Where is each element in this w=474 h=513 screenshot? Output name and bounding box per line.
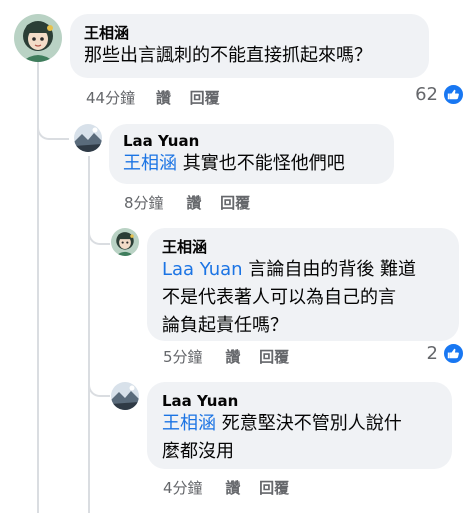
comment-author[interactable]: Laa Yuan: [123, 132, 199, 150]
mention-link[interactable]: 王相涵: [162, 413, 216, 434]
thread-connector: [88, 377, 110, 397]
reply-button[interactable]: 回覆: [259, 348, 289, 366]
comment-meta: 8分鐘 讚 回覆: [124, 192, 250, 213]
reply-button[interactable]: 回覆: [190, 89, 220, 107]
mention-link[interactable]: Laa Yuan: [162, 259, 243, 280]
mention-link[interactable]: 王相涵: [123, 153, 177, 174]
comment-author[interactable]: 王相涵: [84, 22, 129, 43]
comment-body-line: 麼都沒用: [162, 441, 234, 462]
comment-line: Laa Yuan 言論自由的背後 難道: [162, 256, 452, 284]
comment-meta: 44分鐘 讚 回覆: [86, 87, 220, 108]
comment-body-line: 論負起責任嗎？: [162, 315, 288, 336]
thumbs-up-icon[interactable]: [443, 343, 464, 364]
comment-time[interactable]: 8分鐘: [124, 194, 164, 212]
comment-author[interactable]: Laa Yuan: [162, 392, 238, 410]
like-button[interactable]: 讚: [156, 89, 171, 107]
cartoon-girl-avatar-icon[interactable]: [111, 228, 139, 256]
comment-body-line: 死意堅決不管別人說什: [221, 413, 402, 434]
reply-button[interactable]: 回覆: [259, 479, 289, 497]
comment-line: 王相涵 死意堅決不管別人說什: [162, 410, 452, 438]
thread-line: [88, 156, 90, 513]
like-button[interactable]: 讚: [225, 479, 240, 497]
thumbs-up-icon[interactable]: [443, 84, 464, 105]
comment-author[interactable]: 王相涵: [162, 236, 207, 257]
reply-button[interactable]: 回覆: [220, 194, 250, 212]
comment-meta: 5分鐘 讚 回覆: [163, 346, 289, 367]
comment-body-line: 不是代表著人可以為自己的言: [162, 287, 396, 308]
thread-connector: [37, 120, 69, 140]
comment-time[interactable]: 44分鐘: [86, 89, 135, 107]
cartoon-girl-avatar-icon[interactable]: [14, 14, 62, 62]
comment-text: 王相涵 其實也不能怪他們吧: [123, 150, 345, 178]
comment-body: 其實也不能怪他們吧: [182, 153, 345, 174]
landscape-avatar-icon[interactable]: [74, 124, 102, 152]
like-button[interactable]: 讚: [225, 348, 240, 366]
comment-text: 那些出言諷刺的不能直接抓起來嗎？: [84, 45, 372, 66]
comment-body-line: 言論自由的背後 難道: [248, 259, 417, 280]
comment-time[interactable]: 4分鐘: [163, 479, 203, 497]
comment-text: 王相涵 死意堅決不管別人說什 麼都沒用: [162, 410, 452, 466]
comment-time[interactable]: 5分鐘: [163, 348, 203, 366]
thread-connector: [88, 225, 110, 245]
landscape-avatar-icon[interactable]: [111, 382, 139, 410]
reaction-count[interactable]: 62: [400, 84, 438, 105]
reaction-count[interactable]: 2: [410, 343, 438, 364]
like-button[interactable]: 讚: [186, 194, 201, 212]
comment-meta: 4分鐘 讚 回覆: [163, 477, 289, 498]
comment-text: Laa Yuan 言論自由的背後 難道 不是代表著人可以為自己的言 論負起責任嗎…: [162, 256, 452, 340]
